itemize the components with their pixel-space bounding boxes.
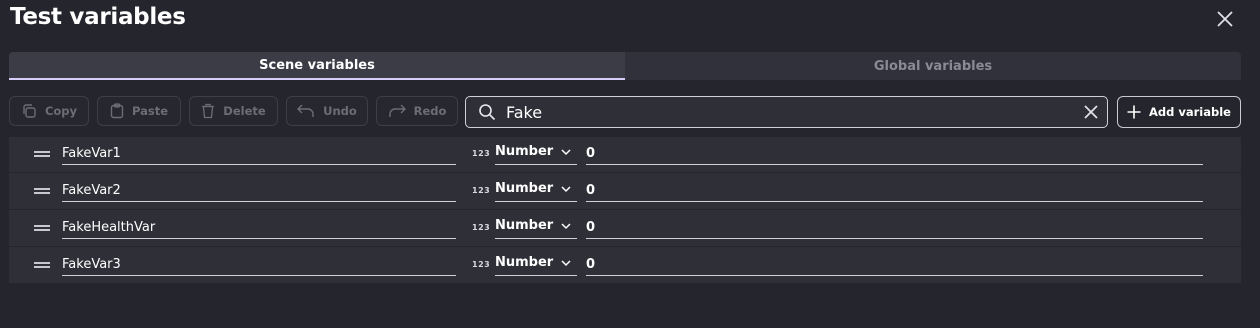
variable-row: FakeVar2 123 Number 0 [9, 174, 1241, 210]
variable-type-select[interactable]: Number [495, 253, 577, 276]
paste-button[interactable]: Paste [97, 96, 181, 126]
chevron-down-icon [561, 149, 571, 156]
number-type-icon: 123 [472, 260, 491, 269]
variable-type-select[interactable]: Number [495, 142, 577, 165]
clear-icon [1084, 105, 1098, 119]
clipboard-icon [110, 103, 124, 119]
variable-value-field[interactable]: 0 [586, 255, 1203, 276]
variable-row: FakeHealthVar 123 Number 0 [9, 211, 1241, 247]
variable-type-label: Number [495, 181, 554, 196]
redo-label: Redo [413, 104, 447, 118]
variable-value-field[interactable]: 0 [586, 144, 1203, 165]
tab-global-variables[interactable]: Global variables [625, 52, 1241, 80]
variable-name-field[interactable]: FakeVar3 [62, 255, 456, 276]
chevron-down-icon [561, 186, 571, 193]
search-input[interactable] [504, 101, 1068, 123]
variable-type-label: Number [495, 255, 554, 270]
variable-type-select[interactable]: Number [495, 216, 577, 239]
add-variable-button[interactable]: Add variable [1117, 96, 1241, 128]
variable-type-select[interactable]: Number [495, 179, 577, 202]
undo-icon [297, 104, 314, 117]
chevron-down-icon [561, 223, 571, 230]
variable-name-field[interactable]: FakeVar2 [62, 181, 456, 202]
undo-label: Undo [323, 104, 357, 118]
copy-button[interactable]: Copy [9, 96, 89, 126]
add-variable-label: Add variable [1149, 105, 1231, 119]
variables-list: FakeVar1 123 Number 0 FakeVar2 123 Numbe… [9, 137, 1241, 283]
variable-type-label: Number [495, 144, 554, 159]
redo-button[interactable]: Redo [376, 96, 458, 126]
variable-row: FakeVar3 123 Number 0 [9, 248, 1241, 284]
variable-value-field[interactable]: 0 [586, 181, 1203, 202]
close-button[interactable] [1214, 8, 1236, 30]
undo-button[interactable]: Undo [286, 96, 368, 126]
number-type-icon: 123 [472, 149, 491, 158]
drag-handle-icon[interactable] [34, 225, 50, 231]
drag-handle-icon[interactable] [34, 262, 50, 268]
paste-label: Paste [131, 104, 169, 118]
variable-value-field[interactable]: 0 [586, 218, 1203, 239]
variable-name-field[interactable]: FakeVar1 [62, 144, 456, 165]
plus-icon [1127, 105, 1141, 119]
drag-handle-icon[interactable] [34, 151, 50, 157]
drag-handle-icon[interactable] [34, 188, 50, 194]
delete-button[interactable]: Delete [189, 96, 278, 126]
copy-icon [23, 104, 36, 118]
number-type-icon: 123 [472, 186, 491, 195]
search-icon [479, 104, 496, 121]
variable-name-field[interactable]: FakeHealthVar [62, 218, 456, 239]
close-icon [1217, 11, 1233, 27]
delete-label: Delete [223, 104, 266, 118]
tab-scene-variables[interactable]: Scene variables [9, 52, 625, 80]
search-box [465, 96, 1108, 128]
number-type-icon: 123 [472, 223, 491, 232]
redo-icon [388, 104, 406, 117]
variables-tabs: Scene variables Global variables [9, 52, 1241, 80]
copy-label: Copy [44, 104, 78, 118]
chevron-down-icon [561, 260, 571, 267]
variable-row: FakeVar1 123 Number 0 [9, 137, 1241, 173]
trash-icon [202, 103, 215, 119]
variable-type-label: Number [495, 218, 554, 233]
clear-search-button[interactable] [1083, 104, 1099, 124]
dialog-title: Test variables [10, 4, 186, 30]
